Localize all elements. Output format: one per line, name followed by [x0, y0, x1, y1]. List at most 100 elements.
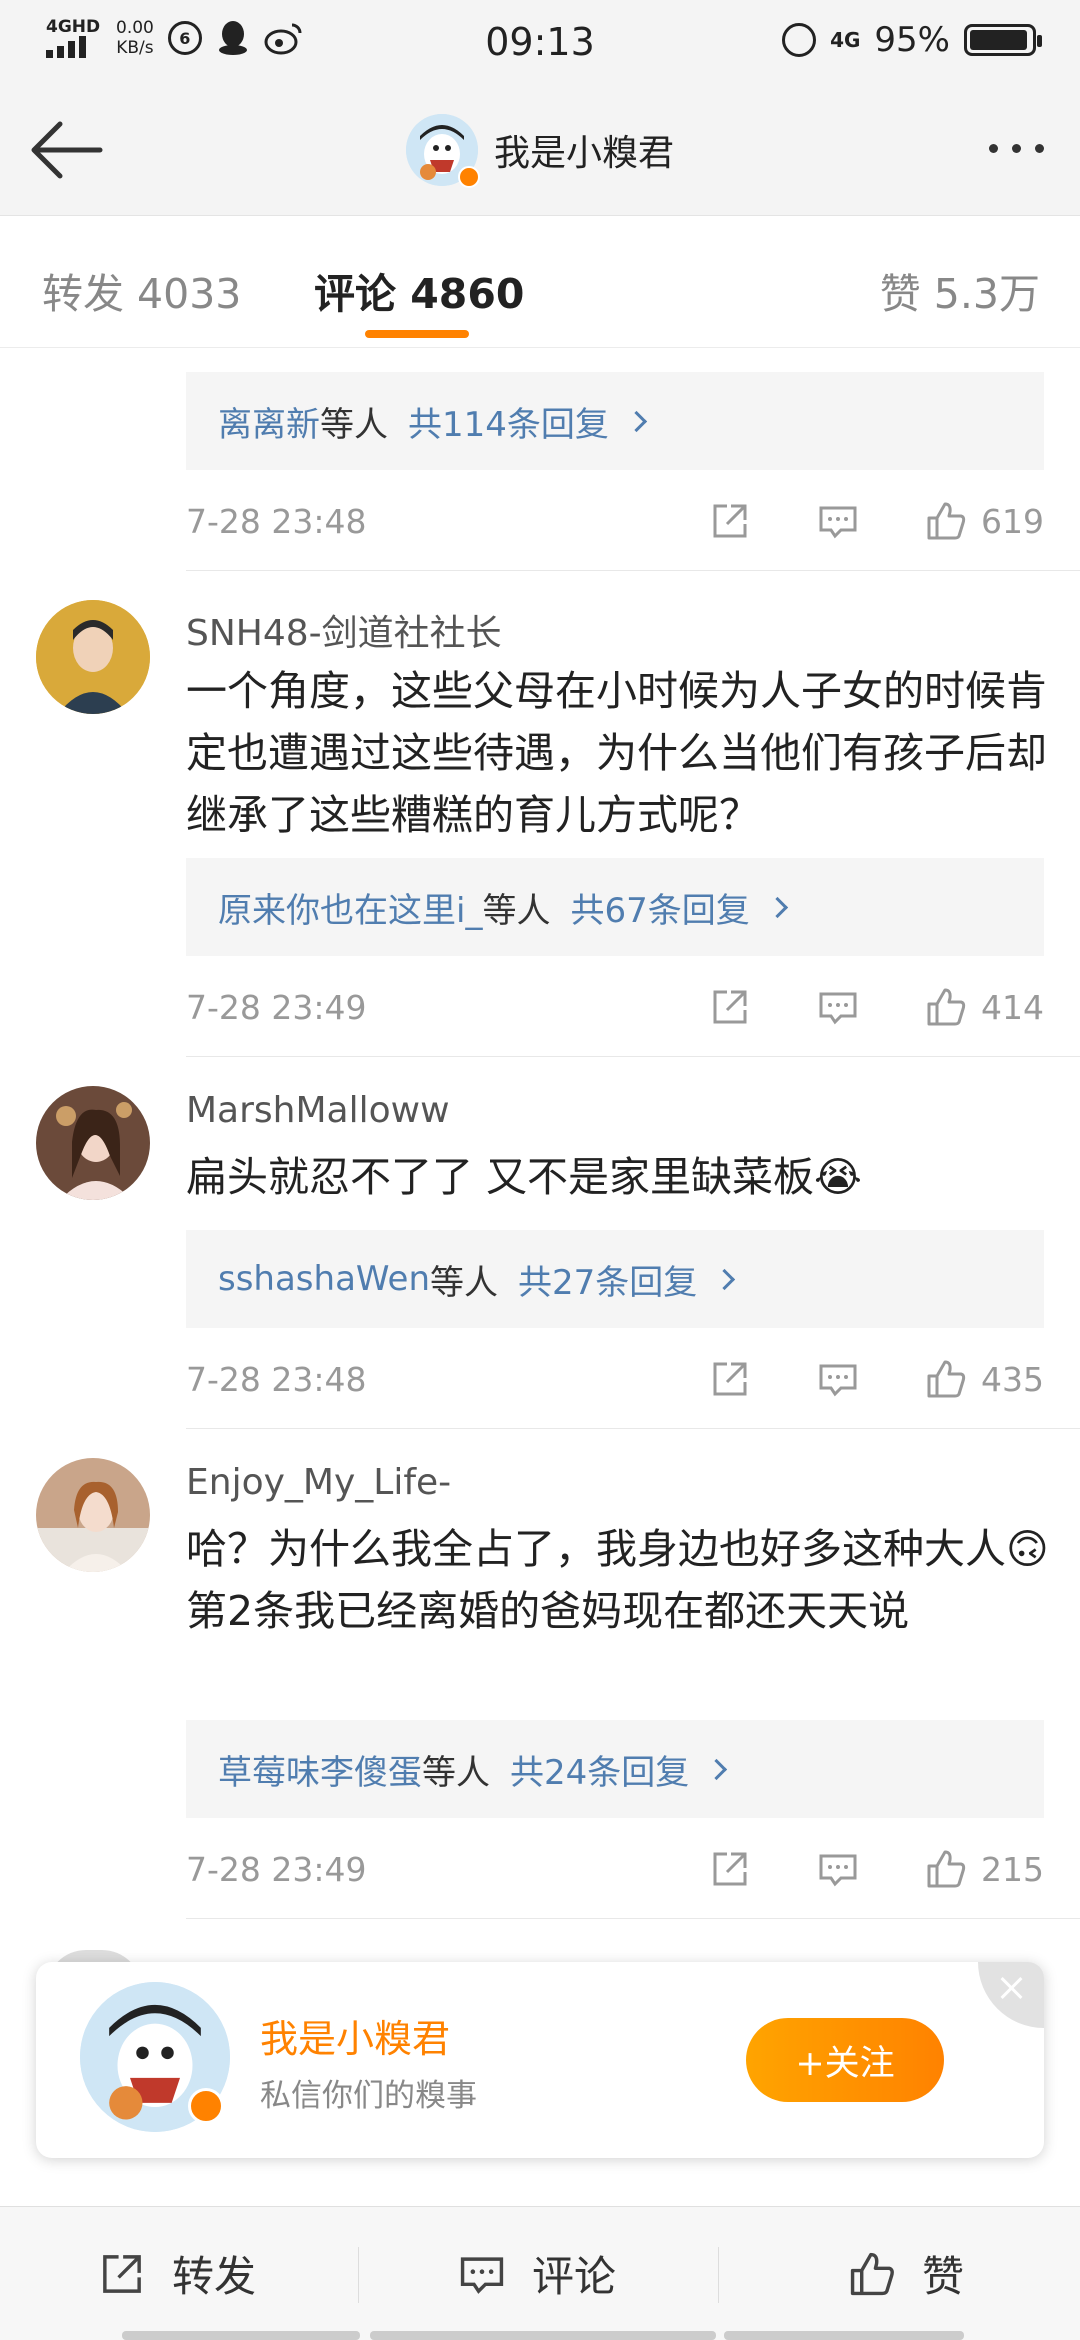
divider — [718, 2247, 719, 2303]
share-icon — [103, 2254, 141, 2293]
comment-username[interactable]: Enjoy_My_Life- — [186, 1462, 451, 1503]
divider — [358, 2247, 359, 2303]
reply-etc: 等人 — [430, 1262, 499, 1303]
reply-count[interactable]: 共67条回复 — [570, 883, 749, 932]
reply-etc: 等人 — [320, 404, 388, 445]
avatar[interactable] — [36, 600, 150, 714]
like-count: 619 — [981, 501, 1044, 541]
nav-gesture-bar — [724, 2331, 964, 2340]
reply-summary[interactable]: sshashaWen 等人 共27条回复 — [186, 1230, 1044, 1328]
comment-meta: 7-28 23:48 619 — [186, 496, 1044, 546]
chevron-right-icon — [625, 410, 648, 432]
comment-username[interactable]: SNH48-剑道社社长 — [186, 604, 502, 656]
reply-count[interactable]: 共24条回复 — [510, 1745, 689, 1794]
tab-like[interactable]: 赞 5.3万 — [880, 260, 1040, 320]
follow-card: 我是小糗君 私信你们的糗事 +关注 — [36, 1962, 1044, 2158]
reply-count[interactable]: 共27条回复 — [518, 1255, 697, 1304]
repost-button[interactable]: 转发 — [96, 2243, 256, 2304]
avatar[interactable] — [36, 1086, 150, 1200]
repost-label: 转发 — [172, 2252, 257, 2301]
chevron-right-icon — [706, 1758, 728, 1780]
comment-icon[interactable] — [817, 500, 859, 542]
share-icon[interactable] — [709, 1848, 751, 1890]
comment-username[interactable]: MarshMalloww — [186, 1090, 450, 1131]
comment-time: 7-28 23:49 — [186, 987, 367, 1027]
thumbs-up-icon[interactable] — [925, 986, 967, 1028]
reply-summary[interactable]: 离离新 等人 共114条回复 — [186, 372, 1044, 470]
user-avatar[interactable] — [405, 114, 480, 188]
tab-repost[interactable]: 转发 4033 — [42, 260, 241, 320]
thumbs-up-icon[interactable] — [925, 1358, 967, 1400]
battery-icon — [964, 24, 1042, 56]
comment-divider — [186, 1918, 1080, 1919]
reply-count[interactable]: 共114条回复 — [408, 397, 609, 446]
like-action[interactable]: 215 — [925, 1848, 1044, 1890]
comment-divider — [186, 1428, 1080, 1429]
verified-badge-icon — [188, 2088, 224, 2124]
comment-icon[interactable] — [817, 1358, 859, 1400]
more-dots-icon[interactable] — [989, 144, 1044, 153]
comment-divider — [186, 570, 1080, 571]
like-action[interactable]: 619 — [925, 500, 1044, 542]
reply-users[interactable]: sshashaWen — [218, 1259, 430, 1299]
avatar[interactable] — [36, 1458, 150, 1572]
header-title-group[interactable]: 我是小糗君 — [0, 114, 1080, 188]
like-action[interactable]: 435 — [925, 1358, 1044, 1400]
comment-text: 扁头就忍不了了 又不是家里缺菜板😭 — [186, 1153, 862, 1201]
comment-icon[interactable] — [817, 1848, 859, 1890]
comment-icon[interactable] — [817, 986, 859, 1028]
follow-button[interactable]: +关注 — [746, 2018, 944, 2102]
reply-users[interactable]: 原来你也在这里i_ — [218, 883, 482, 932]
reply-etc: 等人 — [422, 1752, 490, 1793]
follow-card-avatar[interactable] — [80, 1982, 230, 2132]
comment-label: 评论 — [532, 2252, 617, 2301]
comment-meta: 7-28 23:48 435 — [186, 1354, 1044, 1404]
tab-bar: 转发 4033 评论 4860 赞 5.3万 — [0, 216, 1080, 348]
like-count: 435 — [981, 1359, 1044, 1399]
comment-time: 7-28 23:49 — [186, 1849, 367, 1889]
reply-users[interactable]: 离离新 — [218, 397, 320, 446]
comment-time: 7-28 23:48 — [186, 1359, 367, 1399]
status-right: 4G 95% — [782, 20, 1042, 60]
user-photo-icon — [36, 600, 150, 714]
bottom-action-bar: 转发 评论 赞 — [0, 2206, 1080, 2340]
reply-users[interactable]: 草莓味李傻蛋 — [218, 1745, 422, 1794]
nav-gesture-bar — [370, 2331, 716, 2340]
status-bar: 4GHD 0.00 KB/s 6 09:13 4G 95% — [0, 0, 1080, 84]
top-header: 我是小糗君 — [0, 84, 1080, 216]
like-count: 215 — [981, 1849, 1044, 1889]
like-action[interactable]: 414 — [925, 986, 1044, 1028]
page-title: 我是小糗君 — [493, 133, 674, 174]
user-photo-icon — [36, 1086, 150, 1200]
comment-button[interactable]: 评论 — [456, 2243, 616, 2304]
comment-icon — [460, 2256, 504, 2294]
reply-etc: 等人 — [482, 890, 551, 931]
like-button[interactable]: 赞 — [846, 2243, 964, 2304]
tab-active-indicator — [365, 330, 469, 338]
verified-badge-icon — [457, 166, 480, 188]
like-count: 414 — [981, 987, 1044, 1027]
close-icon[interactable] — [978, 1962, 1044, 2028]
reply-summary[interactable]: 原来你也在这里i_ 等人 共67条回复 — [186, 858, 1044, 956]
chevron-right-icon — [714, 1268, 736, 1290]
alarm-icon — [782, 23, 817, 57]
reply-summary[interactable]: 草莓味李傻蛋 等人 共24条回复 — [186, 1720, 1044, 1818]
share-icon[interactable] — [709, 500, 751, 542]
thumbs-up-icon[interactable] — [925, 500, 967, 542]
follow-card-name[interactable]: 我是小糗君 — [260, 2008, 450, 2063]
thumbs-up-icon[interactable] — [925, 1848, 967, 1890]
tab-comment[interactable]: 评论 4860 — [314, 260, 524, 320]
battery-percent: 95% — [874, 20, 950, 60]
follow-card-desc: 私信你们的糗事 — [260, 2078, 477, 2114]
battery-fill — [970, 30, 1027, 50]
network-4g: 4G — [830, 28, 861, 52]
comment-divider — [186, 1056, 1080, 1057]
comment-meta: 7-28 23:49 414 — [186, 982, 1044, 1032]
share-icon[interactable] — [709, 1358, 751, 1400]
share-icon[interactable] — [709, 986, 751, 1028]
chevron-right-icon — [766, 896, 788, 918]
comment-text: 哈？为什么我全占了，我身边也好多这种大人🙃第2条我已经离婚的爸妈现在都还天天说 — [186, 1525, 1049, 1635]
comment-meta: 7-28 23:49 215 — [186, 1844, 1044, 1894]
nav-gesture-bar — [122, 2331, 360, 2340]
comment-text: 一个角度，这些父母在小时候为人子女的时候肯定也遭遇过这些待遇，为什么当他们有孩子… — [186, 667, 1047, 839]
